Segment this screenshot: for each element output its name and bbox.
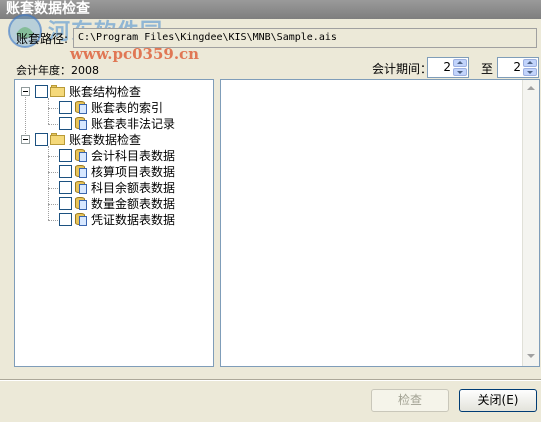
period-to-label: 至 xyxy=(481,62,494,76)
tree-item[interactable]: 会计科目表数据 xyxy=(59,147,175,163)
database-table-icon xyxy=(74,180,88,194)
tree-item[interactable]: 核算项目表数据 xyxy=(59,163,175,179)
check-button[interactable]: 检查 xyxy=(371,389,449,412)
tree-item[interactable]: 账套表的索引 xyxy=(59,99,163,115)
tree-group-data[interactable]: 账套数据检查 xyxy=(21,131,141,147)
database-table-icon xyxy=(74,116,88,130)
folder-icon xyxy=(50,133,66,145)
folder-icon xyxy=(50,85,66,97)
divider xyxy=(0,379,541,381)
tree-connector xyxy=(48,98,49,124)
checkbox[interactable] xyxy=(59,164,72,178)
database-table-icon xyxy=(74,212,88,226)
tree-connector xyxy=(48,146,49,220)
collapse-icon[interactable] xyxy=(21,86,30,96)
period-to-value: 2 xyxy=(513,60,521,74)
tree-item[interactable]: 账套表非法记录 xyxy=(59,115,175,131)
vertical-scrollbar[interactable] xyxy=(522,80,539,366)
collapse-icon[interactable] xyxy=(21,134,30,144)
tree-item-label: 科目余额表数据 xyxy=(91,180,176,195)
period-from-value: 2 xyxy=(443,60,451,74)
scroll-down-icon[interactable] xyxy=(526,352,536,362)
close-button[interactable]: 关闭(E) xyxy=(459,389,537,412)
checkbox[interactable] xyxy=(59,180,72,194)
database-table-icon xyxy=(74,100,88,114)
tree-item-label: 账套表非法记录 xyxy=(91,116,176,131)
fiscal-year-label: 会计年度：2008 xyxy=(16,64,99,77)
database-table-icon xyxy=(74,164,88,178)
path-label: 账套路径: xyxy=(16,32,69,46)
tree-item[interactable]: 数量金额表数据 xyxy=(59,195,175,211)
database-table-icon xyxy=(74,196,88,210)
period-to-stepper[interactable]: 2 xyxy=(497,57,539,78)
tree-item-label: 数量金额表数据 xyxy=(91,196,176,211)
spin-down-icon[interactable] xyxy=(453,68,467,76)
tree-group-label: 账套数据检查 xyxy=(69,132,142,147)
checkbox[interactable] xyxy=(59,116,72,130)
period-label: 会计期间： xyxy=(372,62,433,76)
checkbox[interactable] xyxy=(35,132,48,146)
checkbox[interactable] xyxy=(59,100,72,114)
checkbox[interactable] xyxy=(59,148,72,162)
spin-down-icon[interactable] xyxy=(523,68,537,76)
spin-up-icon[interactable] xyxy=(523,59,537,67)
tree-item[interactable]: 凭证数据表数据 xyxy=(59,211,175,227)
tree-group-label: 账套结构检查 xyxy=(69,84,142,99)
check-tree[interactable]: 账套结构检查 账套表的索引 账套表非法记录 账套数据检查 会计科目表数据 核算项… xyxy=(14,79,214,367)
checkbox[interactable] xyxy=(59,212,72,226)
tree-item-label: 凭证数据表数据 xyxy=(91,212,176,227)
tree-item[interactable]: 科目余额表数据 xyxy=(59,179,175,195)
checkbox[interactable] xyxy=(35,84,48,98)
spin-up-icon[interactable] xyxy=(453,59,467,67)
scroll-up-icon[interactable] xyxy=(526,84,536,94)
tree-item-label: 会计科目表数据 xyxy=(91,148,176,163)
tree-group-structure[interactable]: 账套结构检查 xyxy=(21,83,141,99)
period-from-stepper[interactable]: 2 xyxy=(427,57,469,78)
database-table-icon xyxy=(74,148,88,162)
tree-item-label: 账套表的索引 xyxy=(91,100,164,115)
path-field[interactable]: C:\Program Files\Kingdee\KIS\MNB\Sample.… xyxy=(73,28,537,48)
tree-item-label: 核算项目表数据 xyxy=(91,164,176,179)
checkbox[interactable] xyxy=(59,196,72,210)
result-panel[interactable] xyxy=(220,79,540,367)
